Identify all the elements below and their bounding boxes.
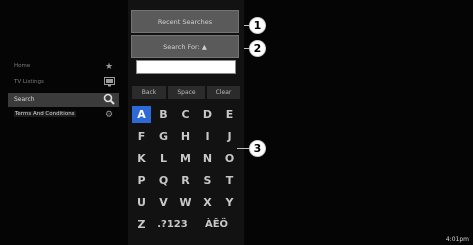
clear-key[interactable]: Clear [207,86,240,99]
keyboard-key[interactable]: F [132,128,151,145]
sidebar-item-tv-listings[interactable]: TV Listings [8,77,119,91]
callout-leader [237,148,249,149]
keyboard-key[interactable]: S [198,172,217,189]
keyboard-key[interactable]: L [154,150,173,167]
keyboard-key[interactable]: Z [132,216,151,233]
sidebar-item-search[interactable]: Search [8,93,119,107]
clock: 4:01pm [445,236,469,243]
keyboard-key[interactable]: Q [154,172,173,189]
back-key[interactable]: Back [132,86,166,99]
keyboard-key[interactable]: P [132,172,151,189]
keyboard-key[interactable]: G [154,128,173,145]
settings-gear-icon: ⚙ [104,110,114,120]
keyboard-key[interactable]: R [176,172,195,189]
keyboard-key[interactable]: U [132,194,151,211]
keyboard-key[interactable]: ÀÊÖ [200,216,233,233]
keyboard-key[interactable]: K [132,150,151,167]
tv-icon [103,77,115,89]
keyboard-key[interactable]: I [198,128,217,145]
star-icon: ★ [104,62,114,72]
sidebar-item-label: Search [14,96,35,103]
keyboard-key[interactable]: D [198,106,217,123]
search-for-button[interactable]: Search For: ▲ [131,35,239,58]
callout-badge: 1 [249,17,266,34]
keyboard-key[interactable]: W [176,194,195,211]
keyboard-key[interactable]: N [198,150,217,167]
sidebar-item-terms[interactable]: Terms And Conditions ⚙ [8,109,119,123]
space-key[interactable]: Space [168,86,205,99]
keyboard-key[interactable]: .?123 [156,216,189,233]
magnifier-icon [103,93,115,105]
search-input[interactable] [136,60,236,74]
keyboard-key[interactable]: E [220,106,239,123]
keyboard-key[interactable]: X [198,194,217,211]
keyboard-key[interactable]: C [176,106,195,123]
sidebar-item-label: Terms And Conditions [14,111,76,117]
keyboard-key[interactable]: T [220,172,239,189]
keyboard-key[interactable]: Y [220,194,239,211]
keyboard-key[interactable]: H [176,128,195,145]
keyboard-key[interactable]: B [154,106,173,123]
keyboard-key[interactable]: J [220,128,239,145]
keyboard-key[interactable]: V [154,194,173,211]
keyboard-key[interactable]: M [176,150,195,167]
keyboard-key[interactable]: A [132,106,151,123]
sidebar-item-label: Home [14,63,31,69]
recent-searches-button[interactable]: Recent Searches [131,10,239,33]
tv-screen: Home ★ TV Listings Search Terms And Cond… [0,0,473,245]
search-panel: Recent Searches Search For: ▲ Back Space… [128,0,244,245]
sidebar-item-home[interactable]: Home ★ [8,61,119,75]
keyboard-key[interactable]: O [220,150,239,167]
sidebar-item-label: TV Listings [14,79,44,85]
callout-badge: 2 [249,40,266,57]
callout-badge: 3 [249,140,266,157]
